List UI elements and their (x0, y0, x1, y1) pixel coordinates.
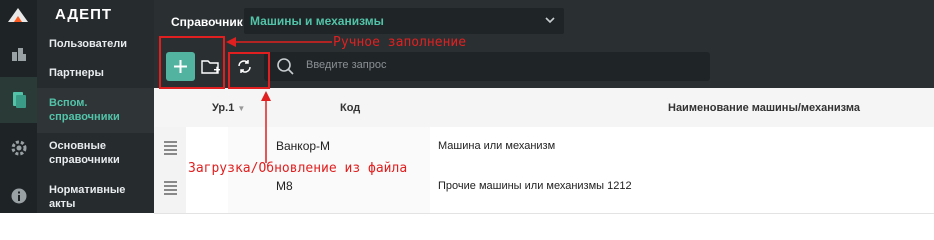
annotation-manual-entry: Ручное заполнение (333, 35, 467, 50)
annotation-file-load: Загрузка/Обновление из файла (188, 161, 408, 176)
annotation-arrows (226, 37, 332, 163)
